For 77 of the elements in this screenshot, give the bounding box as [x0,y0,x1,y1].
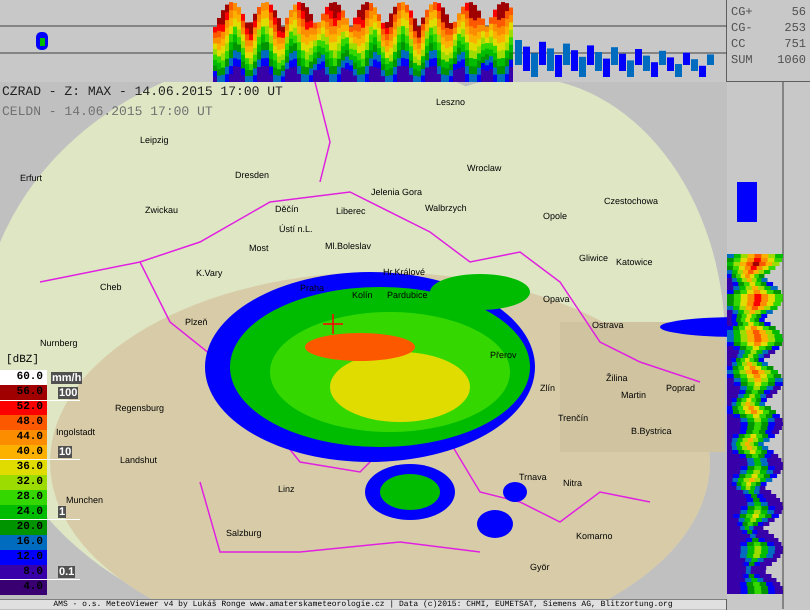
city-label: Komarno [576,531,613,541]
city-label: Zwickau [145,205,178,215]
city-label: Munchen [66,495,104,505]
city-label: Ingolstadt [56,427,96,437]
radar-title: CELDN - 14.06.2015 17:00 UT [2,103,214,121]
legend-swatch: 56.0 [0,385,47,400]
city-label: Plzeň [185,317,208,327]
city-label: Landshut [120,455,158,465]
count-label: SUM [731,52,753,68]
city-label: Žilina [606,373,628,383]
count-value: 253 [784,20,806,36]
radar-title: CZRAD - Z: MAX - 14.06.2015 17:00 UT [2,83,283,101]
city-label: Pardubice [387,290,428,300]
legend-swatch: 24.0 [0,505,47,520]
count-value: 1060 [777,52,806,68]
city-label: Most [249,243,269,253]
legend-swatch: 44.0 [0,430,47,445]
legend-unit: [dBZ] [6,353,40,367]
city-label: Regensburg [115,403,164,413]
legend-swatch: 20.0 [0,520,47,535]
count-label: CG- [731,20,753,36]
city-label: Opava [543,294,570,304]
city-label: Martin [621,390,646,400]
city-label: Györ [530,562,550,572]
legend-swatch: 52.0 [0,400,47,415]
legend-swatch: 8.0 [0,565,47,580]
count-value: 751 [784,36,806,52]
city-label: Dresden [235,170,270,180]
city-label: Poprad [666,383,696,393]
city-label: Zlín [540,383,556,393]
city-label: Leipzig [140,135,169,145]
city-label: Katowice [616,257,653,267]
city-label: Linz [278,484,295,494]
city-label: Ostrava [592,320,624,330]
city-label: Ml.Boleslav [325,241,372,251]
city-label: Cheb [100,282,122,292]
city-label: Ústí n.L. [279,224,313,234]
city-label: Erfurt [20,173,42,183]
rain-unit: mm/h [51,372,82,384]
rain-scale-mark: 0.1 [58,566,76,578]
legend-swatch: 40.0 [0,445,47,460]
city-label: B.Bystrica [631,426,672,436]
city-label: Opole [543,211,568,221]
legend-swatch: 28.0 [0,490,47,505]
city-label: Liberec [336,206,366,216]
city-label: Praha [300,283,324,293]
legend-swatch: 12.0 [0,550,47,565]
city-label: Walbrzych [425,203,467,213]
rain-scale-mark: 1 [58,506,66,518]
city-label: Nurnberg [40,338,78,348]
location-cross-icon [322,313,344,335]
city-label: Přerov [490,350,517,360]
legend-swatch: 36.0 [0,460,47,475]
city-label: Salzburg [226,528,262,538]
legend-swatch: 32.0 [0,475,47,490]
rain-scale-mark: 10 [58,446,72,458]
legend-swatch: 48.0 [0,415,47,430]
city-label: Hr.Králové [383,267,426,277]
city-label: Wroclaw [467,163,502,173]
legend-swatch: 60.0 [0,370,47,385]
city-label: Trnava [519,472,547,482]
city-label: Trenčín [558,413,588,423]
count-label: CG+ [731,4,753,20]
city-label: Leszno [436,97,466,107]
city-label: Nitra [563,478,582,488]
city-label: Gliwice [579,253,608,263]
count-value: 56 [792,4,806,20]
city-label: K.Vary [196,268,222,278]
count-label: CC [731,36,746,52]
city-label: Czestochowa [604,196,658,206]
legend-swatch: 4.0 [0,580,47,595]
city-label: Jelenia Gora [371,187,422,197]
credits-text: AMS - o.s. MeteoViewer v4 by Lukáš Ronge www.amaterskameteorologie.cz | Data (c)2015: CHMI, EUMETSAT, Siemens AG, Blitzortung.org [53,600,673,609]
city-label: Děčín [275,204,299,214]
city-label: Kolín [352,290,373,300]
legend-swatch: 16.0 [0,535,47,550]
rain-scale-mark: 100 [58,387,78,399]
